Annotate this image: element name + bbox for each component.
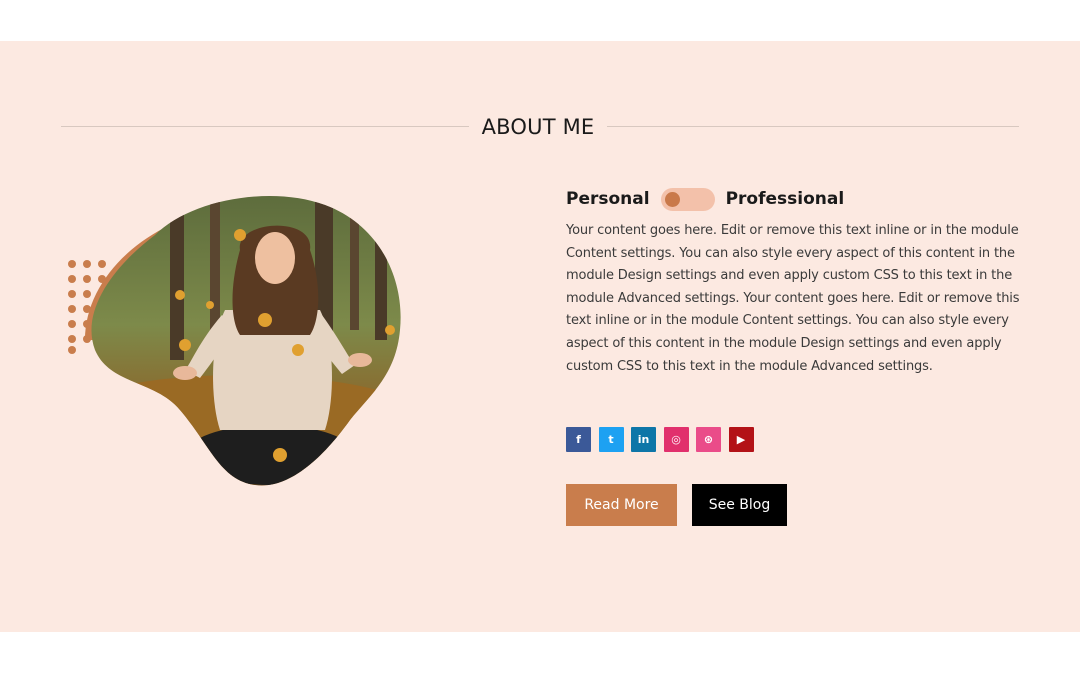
youtube-icon[interactable]: ▶ (728, 427, 754, 452)
personal-professional-toggle: Personal Professional (566, 186, 844, 212)
toggle-switch[interactable] (660, 187, 715, 211)
page-title: ABOUT ME (481, 115, 595, 139)
instagram-icon[interactable]: ◎ (663, 427, 689, 452)
dribbble-icon[interactable]: ⊛ (696, 427, 721, 452)
twitter-icon[interactable]: t (598, 427, 624, 452)
profile-photo (68, 196, 401, 486)
about-paragraph: Your content goes here. Edit or remove t… (566, 223, 1020, 374)
linkedin-icon[interactable]: in (631, 427, 656, 452)
toggle-label-personal[interactable]: Personal (566, 189, 650, 209)
section-heading: ABOUT ME (61, 113, 1019, 141)
see-blog-button[interactable]: See Blog (692, 484, 787, 526)
profile-image-area (60, 190, 420, 490)
heading-divider-right (607, 126, 1019, 127)
read-more-button[interactable]: Read More (566, 484, 677, 526)
toggle-label-professional[interactable]: Professional (726, 189, 845, 209)
facebook-icon[interactable]: f (566, 427, 591, 452)
heading-divider-left (61, 126, 469, 127)
social-links: f t in ◎ ⊛ ▶ (566, 427, 754, 452)
toggle-knob[interactable] (664, 191, 680, 207)
